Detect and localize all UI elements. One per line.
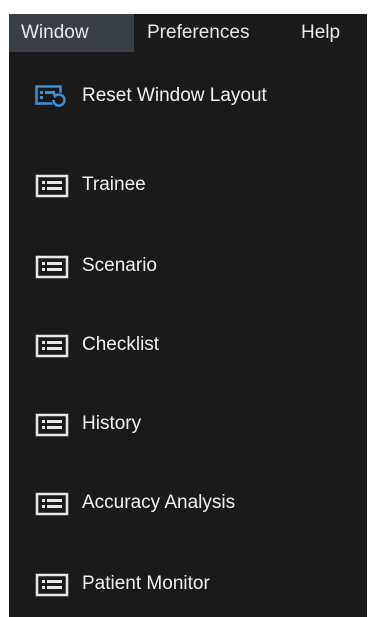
list-window-icon	[35, 334, 69, 358]
menu-item-label: Trainee	[82, 174, 146, 195]
menu-help[interactable]: Help	[289, 14, 367, 52]
menu-item-trainee[interactable]: Trainee	[9, 161, 367, 209]
menu-item-checklist[interactable]: Checklist	[9, 321, 367, 369]
menu-window[interactable]: Window	[9, 14, 134, 52]
menu-item-accuracy-analysis[interactable]: Accuracy Analysis	[9, 479, 367, 527]
menu-item-patient-monitor[interactable]: Patient Monitor	[9, 560, 367, 608]
menu-item-label: Checklist	[82, 334, 160, 355]
menu-item-label: Reset Window Layout	[82, 85, 267, 106]
list-window-icon	[35, 573, 69, 597]
menu-item-scenario[interactable]: Scenario	[9, 242, 367, 290]
menubar: Window Preferences Help	[9, 14, 367, 52]
menu-item-label: Accuracy Analysis	[82, 492, 236, 513]
list-window-icon	[35, 255, 69, 279]
menu-item-label: Patient Monitor	[82, 573, 210, 594]
window-menu-dropdown: Reset Window Layout Trainee Scenario Che…	[9, 52, 367, 617]
list-window-icon	[35, 413, 69, 437]
list-window-icon	[35, 174, 69, 198]
menu-item-reset-window-layout[interactable]: Reset Window Layout	[9, 72, 367, 120]
menu-item-label: History	[82, 413, 142, 434]
reset-layout-icon	[35, 85, 67, 108]
menu-item-history[interactable]: History	[9, 400, 367, 448]
menu-item-label: Scenario	[82, 255, 157, 276]
list-window-icon	[35, 492, 69, 516]
menu-preferences[interactable]: Preferences	[134, 14, 281, 52]
